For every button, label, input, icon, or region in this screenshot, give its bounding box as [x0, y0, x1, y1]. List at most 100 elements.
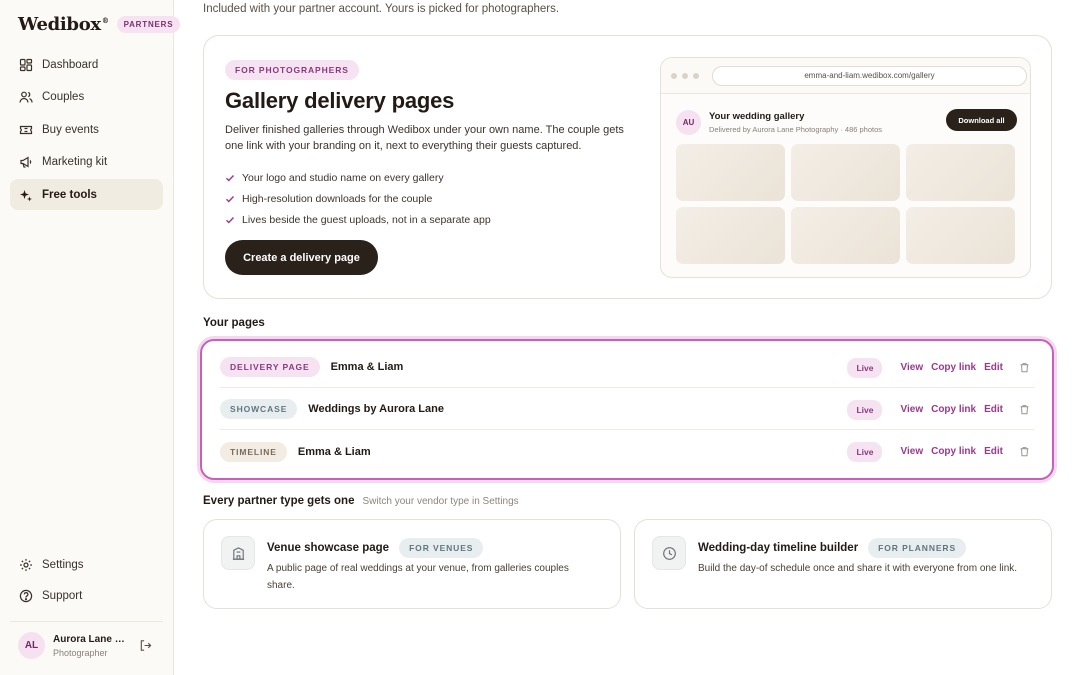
partner-types-title: Every partner type gets one: [203, 495, 355, 507]
type-title: Venue showcase page: [267, 542, 390, 554]
partner-types-hint: Switch your vendor type in Settings: [362, 496, 519, 507]
feature-item: Your logo and studio name on every galle…: [225, 167, 491, 188]
user-name: Aurora Lane Photography: [53, 633, 131, 645]
status-badge: Live: [847, 441, 883, 462]
sidebar-item-couples[interactable]: Couples: [10, 82, 163, 113]
copy-link-button[interactable]: Copy link: [931, 404, 976, 415]
edit-link[interactable]: Edit: [984, 404, 1003, 415]
photo-tile: [676, 207, 785, 264]
help-icon: [19, 589, 33, 603]
sidebar-item-dashboard[interactable]: Dashboard: [10, 49, 163, 80]
photo-tile: [791, 207, 900, 264]
photo-tile: [906, 144, 1015, 201]
view-link[interactable]: View: [900, 404, 923, 415]
download-all-button: Download all: [946, 109, 1017, 131]
hero-description: Deliver finished galleries through Wedib…: [225, 124, 624, 152]
sidebar-item-label: Support: [42, 589, 83, 602]
partner-types-header: Every partner type gets one Switch your …: [203, 495, 519, 507]
check-icon: [225, 194, 235, 204]
sidebar-item-label: Dashboard: [42, 58, 99, 71]
preview-text: Your wedding gallery Delivered by Aurora…: [709, 111, 882, 134]
sparkle-icon: [19, 188, 33, 202]
sidebar-item-settings[interactable]: Settings: [10, 549, 163, 580]
for-planners-chip: FOR PLANNERS: [868, 538, 967, 558]
partners-badge: PARTNERS: [116, 16, 181, 33]
row-actions: Live View Copy link Edit: [847, 389, 1034, 430]
copy-link-button[interactable]: Copy link: [931, 362, 976, 373]
window-dot: [693, 72, 699, 79]
trash-icon[interactable]: [1019, 362, 1030, 373]
page-type-chip: SHOWCASE: [220, 399, 298, 419]
sidebar: Wedibox® PARTNERS Dashboard Couples Buy …: [0, 0, 181, 675]
view-link[interactable]: View: [900, 362, 923, 373]
copy-link-button[interactable]: Copy link: [931, 446, 976, 457]
window-dot: [671, 72, 677, 79]
ticket-icon: [19, 123, 33, 137]
user-meta: Aurora Lane Photography Photographer: [53, 634, 131, 658]
trash-icon[interactable]: [1019, 404, 1030, 415]
timeline-builder-card[interactable]: Wedding-day timeline builder FOR PLANNER…: [634, 519, 1052, 609]
venue-showcase-card[interactable]: Venue showcase page FOR VENUES A public …: [203, 519, 621, 609]
user-role: Photographer: [53, 647, 108, 658]
status-badge: Live: [847, 357, 883, 378]
sidebar-bottom-nav: Settings Support: [10, 549, 163, 611]
users-icon: [19, 90, 33, 104]
photo-tile: [791, 144, 900, 201]
row-actions: Live View Copy link Edit: [847, 431, 1034, 472]
page-type-chip: TIMELINE: [220, 441, 287, 462]
edit-link[interactable]: Edit: [984, 362, 1003, 373]
sidebar-item-marketing-kit[interactable]: Marketing kit: [10, 147, 163, 178]
intro-text: Included with your partner account. Your…: [203, 3, 560, 15]
check-icon: [225, 173, 235, 183]
view-link[interactable]: View: [900, 446, 923, 457]
create-delivery-page-button[interactable]: Create a delivery page: [225, 240, 378, 275]
preview-subtitle: Delivered by Aurora Lane Photography · 4…: [709, 124, 883, 134]
gallery-delivery-card: FOR PHOTOGRAPHERS Gallery delivery pages…: [203, 35, 1052, 299]
megaphone-icon: [19, 155, 33, 169]
type-description: A public page of real weddings at your v…: [267, 563, 569, 591]
sidebar-item-label: Buy events: [42, 123, 99, 136]
hero-title: Gallery delivery pages: [225, 88, 455, 113]
clock-icon: [652, 536, 686, 570]
type-title-row: Wedding-day timeline builder FOR PLANNER…: [698, 538, 967, 558]
sidebar-item-label: Free tools: [42, 188, 97, 201]
type-title: Wedding-day timeline builder: [698, 542, 859, 554]
user-profile[interactable]: AL Aurora Lane Photography Photographer: [10, 621, 163, 659]
type-description: Build the day-of schedule once and share…: [698, 563, 1018, 574]
feature-item: Lives beside the guest uploads, not in a…: [225, 209, 491, 230]
table-row[interactable]: DELIVERY PAGE Emma & Liam Live View Copy…: [220, 347, 1034, 388]
type-title-row: Venue showcase page FOR VENUES: [267, 538, 484, 558]
sidebar-item-support[interactable]: Support: [10, 580, 163, 611]
preview-title: Your wedding gallery: [709, 110, 805, 122]
trash-icon[interactable]: [1019, 446, 1030, 457]
preview-header: AU Your wedding gallery Delivered by Aur…: [676, 108, 1017, 136]
avatar[interactable]: AL: [18, 632, 45, 659]
window-dot: [682, 72, 688, 79]
table-row[interactable]: SHOWCASE Weddings by Aurora Lane Live Vi…: [220, 389, 1034, 430]
gear-icon: [19, 558, 33, 572]
for-venues-chip: FOR VENUES: [399, 538, 484, 558]
sidebar-item-label: Couples: [42, 91, 85, 103]
logout-icon[interactable]: [139, 639, 152, 652]
sidebar-item-label: Settings: [42, 558, 84, 571]
edit-link[interactable]: Edit: [984, 446, 1003, 457]
gallery-preview: emma-and-liam.wedibox.com/gallery AU You…: [660, 57, 1031, 278]
sidebar-item-buy-events[interactable]: Buy events: [10, 114, 163, 145]
sidebar-nav: Dashboard Couples Buy events Marketing k…: [10, 49, 163, 212]
check-icon: [225, 215, 235, 225]
preview-url: emma-and-liam.wedibox.com/gallery: [712, 65, 1027, 86]
table-row[interactable]: TIMELINE Emma & Liam Live View Copy link…: [220, 431, 1034, 472]
page-name: Weddings by Aurora Lane: [308, 403, 444, 415]
status-badge: Live: [847, 399, 883, 420]
page-name: Emma & Liam: [330, 361, 404, 373]
sidebar-item-label: Marketing kit: [42, 156, 108, 168]
brand[interactable]: Wedibox® PARTNERS: [18, 14, 181, 35]
your-pages-title: Your pages: [203, 317, 265, 329]
sidebar-item-free-tools[interactable]: Free tools: [10, 179, 163, 210]
photo-grid: [676, 144, 1015, 264]
preview-avatar: AU: [676, 109, 701, 135]
feature-item: High-resolution downloads for the couple: [225, 188, 491, 209]
browser-bar: emma-and-liam.wedibox.com/gallery: [661, 58, 1030, 94]
wedibox-logo[interactable]: Wedibox®: [18, 14, 109, 35]
page-type-chip: DELIVERY PAGE: [220, 357, 320, 377]
